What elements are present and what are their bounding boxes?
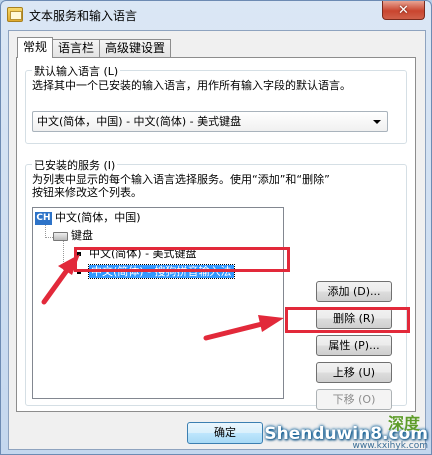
tab-strip: 常规 语言栏 高级键设置 — [17, 37, 172, 58]
tree-connector — [45, 224, 46, 238]
move-down-button: 下移 (O) — [316, 389, 392, 410]
watermark-chinese: 深度 — [387, 414, 420, 433]
move-up-button[interactable]: 上移 (U) — [316, 362, 392, 383]
ok-button[interactable]: 确定 — [187, 422, 263, 444]
default-language-legend: 默认输入语言 (L) — [32, 63, 121, 79]
highlight-box-sogou — [74, 247, 290, 272]
tab-general[interactable]: 常规 — [17, 37, 54, 58]
title-bar[interactable]: 文本服务和输入语言 ✕ — [1, 1, 431, 29]
tab-language-bar[interactable]: 语言栏 — [52, 39, 101, 58]
installed-services-tree[interactable]: CH 中文(简体，中国) 键盘 中文(简体) - 美式键盘 中文(简体) - 搜狗… — [32, 207, 284, 399]
properties-button[interactable]: 属性 (P)... — [316, 335, 392, 356]
dialog-window: 文本服务和输入语言 ✕ 常规 语言栏 高级键设置 默认输入语言 (L) 选择其中… — [0, 0, 432, 455]
keyboard-icon — [53, 231, 68, 241]
default-language-group: 默认输入语言 (L) 选择其中一个已安装的输入语言，用作所有输入字段的默认语言。… — [25, 63, 407, 144]
add-button[interactable]: 添加 (D)... — [316, 281, 392, 302]
default-language-description: 选择其中一个已安装的输入语言，用作所有输入字段的默认语言。 — [32, 79, 351, 92]
watermark: 深度 Shenduwin8.com www.kxihyk.com — [264, 414, 428, 451]
tree-group-label: 键盘 — [71, 229, 93, 242]
installed-services-group: 已安装的服务 (I) 为列表中显示的每个输入语言选择服务。使用“添加”和“删除”… — [25, 157, 407, 410]
language-code-badge: CH — [35, 211, 52, 225]
installed-services-legend: 已安装的服务 (I) — [32, 157, 118, 173]
tree-language-label: 中文(简体，中国) — [55, 211, 141, 224]
installed-services-description-2: 按钮来修改这个列表。 — [32, 186, 142, 199]
installed-services-description-1: 为列表中显示的每个输入语言选择服务。使用“添加”和“删除” — [32, 173, 330, 186]
dialog-client-area: 常规 语言栏 高级键设置 默认输入语言 (L) 选择其中一个已安装的输入语言，用… — [8, 30, 426, 450]
tab-advanced-key-settings[interactable]: 高级键设置 — [99, 39, 172, 58]
highlight-box-properties — [285, 307, 410, 333]
dropdown-arrow-icon[interactable] — [373, 120, 381, 124]
tree-connector — [45, 237, 53, 238]
window-title: 文本服务和输入语言 — [29, 9, 138, 23]
close-button[interactable]: ✕ — [382, 1, 425, 20]
tree-item-language[interactable]: CH 中文(简体，中国) — [35, 210, 141, 225]
default-language-value: 中文(简体，中国) - 中文(简体) - 美式键盘 — [37, 115, 242, 128]
keyboard-settings-icon — [7, 7, 23, 22]
tree-item-keyboard-group[interactable]: 键盘 — [53, 228, 93, 243]
tree-connector — [63, 240, 64, 270]
tab-panel-general: 默认输入语言 (L) 选择其中一个已安装的输入语言，用作所有输入字段的默认语言。… — [16, 57, 416, 412]
default-language-select[interactable]: 中文(简体，中国) - 中文(简体) - 美式键盘 — [32, 111, 388, 132]
